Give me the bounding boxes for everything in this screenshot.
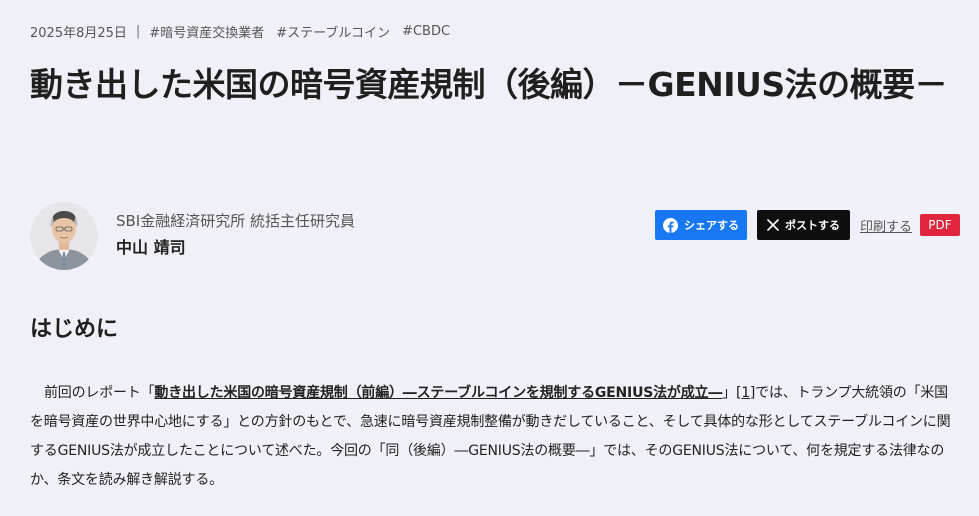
section-heading: はじめに — [30, 317, 119, 342]
previous-report-link[interactable]: 動き出した米国の暗号資産規制（前編）―ステーブルコインを規制するGENIUS法が… — [154, 385, 722, 401]
author-photo — [30, 202, 98, 270]
facebook-share-button[interactable]: シェアする — [654, 210, 747, 240]
tag-cbdc[interactable]: #CBDC — [402, 24, 450, 39]
author-avatar — [30, 202, 98, 270]
meta-separator: | — [135, 24, 141, 39]
author-info: SBI金融経済研究所 統括主任研究員 中山 靖司 — [116, 211, 355, 261]
footnote-ref-1[interactable]: [1] — [736, 385, 755, 401]
facebook-icon — [662, 217, 678, 233]
author-block: SBI金融経済研究所 統括主任研究員 中山 靖司 — [30, 202, 355, 270]
article-meta: 2025年8月25日 | #暗号資産交換業者 #ステーブルコイン #CBDC — [30, 22, 462, 41]
paragraph-close-quote: 」 — [722, 385, 736, 401]
x-post-button[interactable]: ポストする — [756, 210, 850, 240]
share-bar: シェアする ポストする 印刷する PDF — [654, 210, 960, 240]
article-title: 動き出した米国の暗号資産規制（後編）－GENIUS法の概要－ — [30, 65, 948, 104]
facebook-share-label: シェアする — [683, 219, 739, 232]
tag-crypto-exchange[interactable]: #暗号資産交換業者 — [149, 22, 264, 41]
pdf-button[interactable]: PDF — [920, 214, 960, 236]
author-affiliation: SBI金融経済研究所 統括主任研究員 — [116, 212, 356, 230]
x-post-label: ポストする — [784, 219, 840, 232]
x-logo-icon — [767, 219, 779, 231]
intro-paragraph: 前回のレポート「動き出した米国の暗号資産規制（前編）―ステーブルコインを規制する… — [30, 379, 955, 495]
print-link[interactable]: 印刷する — [860, 216, 912, 235]
author-name: 中山 靖司 — [116, 238, 186, 257]
publish-date: 2025年8月25日 — [30, 26, 127, 41]
paragraph-lead: 前回のレポート「 — [44, 385, 155, 401]
tag-stablecoin[interactable]: #ステーブルコイン — [276, 22, 390, 41]
